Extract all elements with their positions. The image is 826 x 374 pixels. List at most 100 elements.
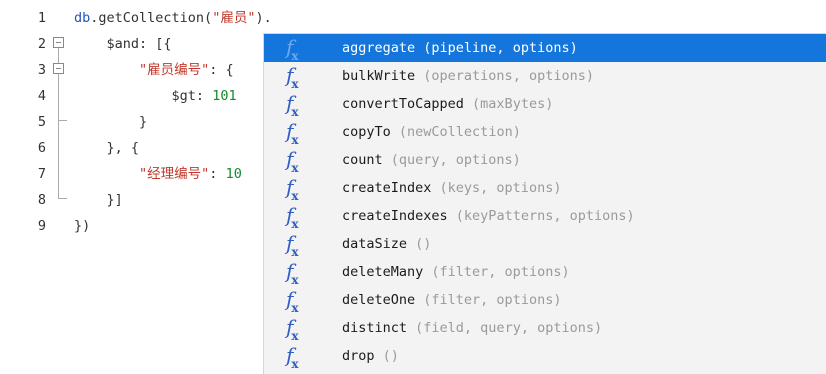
autocomplete-item[interactable]: fx createIndexes (keyPatterns, options) xyxy=(264,202,826,231)
autocomplete-item[interactable]: fx bulkWrite (operations, options) xyxy=(264,62,826,91)
method-name: deleteOne (filter, options) xyxy=(342,286,561,314)
function-icon-sub: x xyxy=(291,161,299,175)
method-params: (query, options) xyxy=(382,152,521,168)
code-token: 10 xyxy=(225,166,242,182)
code-token: : { xyxy=(209,62,234,78)
method-params: (newCollection) xyxy=(390,124,521,140)
code-text: } xyxy=(74,109,147,135)
line-number: 2 xyxy=(37,36,46,52)
autocomplete-item[interactable]: fx distinct (field, query, options) xyxy=(264,314,826,343)
method-name-text: aggregate xyxy=(342,40,416,56)
method-name-text: count xyxy=(342,152,383,168)
function-icon: fx xyxy=(286,232,312,259)
function-icon: fx xyxy=(286,64,312,91)
method-name-text: copyTo xyxy=(342,124,391,140)
function-icon: fx xyxy=(286,148,312,175)
function-icon-sub: x xyxy=(291,189,299,203)
code-token: }] xyxy=(106,192,123,208)
code-text: }, { xyxy=(74,135,140,161)
function-icon: fx xyxy=(286,120,312,147)
code-token: }) xyxy=(74,218,91,234)
method-name: convertToCapped (maxBytes) xyxy=(342,90,553,118)
line-number: 9 xyxy=(37,218,46,234)
autocomplete-item[interactable]: fx count (query, options) xyxy=(264,146,826,175)
code-token: $gt: xyxy=(171,88,213,104)
function-icon-sub: x xyxy=(291,105,299,119)
method-name-text: deleteMany xyxy=(342,264,424,280)
method-name: dataSize () xyxy=(342,230,431,258)
code-line[interactable]: 1 db.getCollection("雇员"). xyxy=(0,5,826,31)
code-token: } xyxy=(139,114,148,130)
code-token: $and: [{ xyxy=(106,36,172,52)
line-number: 6 xyxy=(37,140,46,156)
autocomplete-item[interactable]: fx deleteMany (filter, options) xyxy=(264,258,826,287)
method-name-text: drop xyxy=(342,348,375,364)
code-text: db.getCollection("雇员"). xyxy=(74,5,272,31)
line-number: 5 xyxy=(37,114,46,130)
line-number: 3 xyxy=(37,62,46,78)
method-name: bulkWrite (operations, options) xyxy=(342,62,594,90)
method-params: (maxBytes) xyxy=(463,96,554,112)
autocomplete-item[interactable]: fx drop () xyxy=(264,342,826,371)
autocomplete-item[interactable]: fx copyTo (newCollection) xyxy=(264,118,826,147)
method-name: createIndexes (keyPatterns, options) xyxy=(342,202,635,230)
function-icon-sub: x xyxy=(291,245,299,259)
method-params: (operations, options) xyxy=(415,68,594,84)
method-name-text: convertToCapped xyxy=(342,96,464,112)
method-name-text: createIndexes xyxy=(342,208,448,224)
autocomplete-item[interactable]: fx aggregate (pipeline, options) xyxy=(264,34,826,63)
function-icon: fx xyxy=(286,176,312,203)
line-number: 4 xyxy=(37,88,46,104)
method-name: deleteMany (filter, options) xyxy=(342,258,570,286)
function-icon-sub: x xyxy=(291,133,299,147)
code-text: }) xyxy=(74,213,90,239)
method-name: aggregate (pipeline, options) xyxy=(342,34,578,62)
line-number: 7 xyxy=(37,166,46,182)
function-icon-sub: x xyxy=(291,217,299,231)
method-name-text: distinct xyxy=(342,320,408,336)
function-icon-sub: x xyxy=(291,77,299,91)
method-name-text: dataSize xyxy=(342,236,408,252)
method-name: distinct (field, query, options) xyxy=(342,314,602,342)
code-text: "雇员编号": { xyxy=(74,57,234,83)
function-icon: fx xyxy=(286,36,312,63)
code-token: "经理编号" xyxy=(139,166,210,182)
method-params: (field, query, options) xyxy=(407,320,603,336)
method-params: () xyxy=(374,348,399,364)
method-name: copyTo (newCollection) xyxy=(342,118,521,146)
method-name-text: bulkWrite xyxy=(342,68,416,84)
code-token: : xyxy=(209,166,226,182)
code-text: $and: [{ xyxy=(74,31,172,57)
code-token: ). xyxy=(255,10,272,26)
method-name-text: createIndex xyxy=(342,180,432,196)
autocomplete-item[interactable]: fx dataSize () xyxy=(264,230,826,259)
code-text: "经理编号": 10 xyxy=(74,161,242,187)
autocomplete-item[interactable]: fx createIndex (keys, options) xyxy=(264,174,826,203)
function-icon-sub: x xyxy=(291,301,299,315)
function-icon: fx xyxy=(286,344,312,371)
autocomplete-item[interactable]: fx deleteOne (filter, options) xyxy=(264,286,826,315)
code-token: .getCollection( xyxy=(90,10,213,26)
line-number: 8 xyxy=(37,192,46,208)
line-number: 1 xyxy=(37,10,46,26)
method-params: (pipeline, options) xyxy=(415,40,578,56)
autocomplete-item[interactable]: fx convertToCapped (maxBytes) xyxy=(264,90,826,119)
code-token: }, { xyxy=(106,140,140,156)
autocomplete-popup: fx aggregate (pipeline, options) fx bulkWri… xyxy=(263,33,826,374)
function-icon-sub: x xyxy=(291,357,299,371)
function-icon: fx xyxy=(286,204,312,231)
function-icon-sub: x xyxy=(291,329,299,343)
method-params: (filter, options) xyxy=(423,264,570,280)
method-params: (filter, options) xyxy=(415,292,562,308)
method-params: (keyPatterns, options) xyxy=(447,208,635,224)
function-icon: fx xyxy=(286,92,312,119)
function-icon: fx xyxy=(286,260,312,287)
code-token: 101 xyxy=(212,88,237,104)
method-params: () xyxy=(407,236,432,252)
